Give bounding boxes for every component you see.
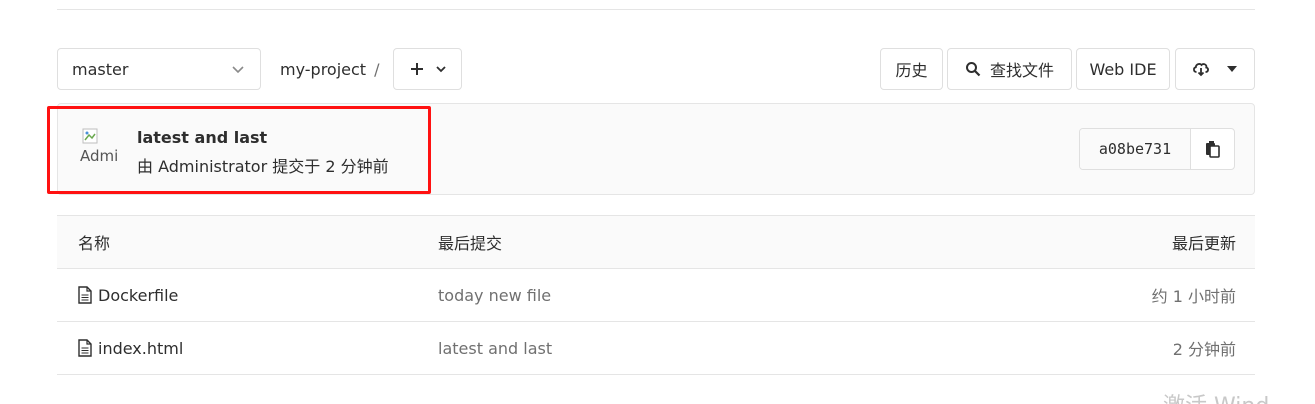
- file-table: 名称 最后提交 最后更新 Dockerfile today new file 约…: [57, 215, 1255, 375]
- table-header: 名称 最后提交 最后更新: [57, 215, 1255, 269]
- copy-icon: [1205, 141, 1220, 158]
- history-button[interactable]: 历史: [880, 48, 943, 90]
- activation-watermark: 激活 Wind: [1163, 388, 1269, 404]
- header-name: 名称: [78, 234, 111, 253]
- file-last-commit[interactable]: latest and last: [438, 339, 955, 358]
- file-icon: [78, 286, 92, 304]
- branch-name: master: [72, 59, 129, 79]
- search-icon: [965, 62, 981, 77]
- repository-page: master my-project / 历史 查找文件 Web IDE Admi…: [0, 0, 1315, 404]
- table-row[interactable]: index.html latest and last 2 分钟前: [57, 322, 1255, 375]
- header-last-commit: 最后提交: [438, 234, 503, 253]
- web-ide-button[interactable]: Web IDE: [1076, 48, 1170, 90]
- file-last-update: 2 分钟前: [1172, 340, 1236, 359]
- commit-meta: 由 Administrator 提交于 2 分钟前: [137, 157, 389, 176]
- header-last-update: 最后更新: [1171, 234, 1236, 253]
- file-name-link[interactable]: index.html: [98, 339, 183, 358]
- caret-down-icon: [1227, 66, 1237, 72]
- breadcrumb-project[interactable]: my-project: [280, 60, 366, 79]
- branch-selector[interactable]: master: [57, 48, 261, 90]
- find-file-label: 查找文件: [989, 61, 1054, 80]
- history-label: 历史: [895, 61, 928, 80]
- avatar: Admi: [80, 126, 122, 168]
- download-dropdown-button[interactable]: [1175, 48, 1255, 90]
- cloud-download-icon: [1193, 63, 1209, 77]
- breadcrumb-separator: /: [374, 59, 380, 79]
- file-last-commit[interactable]: today new file: [438, 286, 955, 305]
- commit-sha[interactable]: a08be731: [1080, 129, 1191, 169]
- chevron-down-icon: [435, 66, 446, 73]
- last-commit-panel: Admi latest and last 由 Administrator 提交于…: [57, 103, 1255, 195]
- table-row[interactable]: Dockerfile today new file 约 1 小时前: [57, 269, 1255, 322]
- chevron-down-icon: [232, 66, 244, 74]
- divider: [57, 9, 1255, 10]
- broken-image-icon: [82, 128, 98, 144]
- file-icon: [78, 339, 92, 357]
- add-dropdown-button[interactable]: [393, 48, 462, 90]
- web-ide-label: Web IDE: [1089, 59, 1157, 79]
- breadcrumb: my-project /: [280, 48, 379, 90]
- file-last-update: 约 1 小时前: [1151, 287, 1236, 306]
- commit-sha-group: a08be731: [1079, 128, 1235, 170]
- commit-title[interactable]: latest and last: [137, 128, 267, 147]
- avatar-alt-text: Admi: [80, 147, 119, 165]
- file-name-link[interactable]: Dockerfile: [98, 286, 178, 305]
- plus-icon: [410, 63, 423, 75]
- find-file-button[interactable]: 查找文件: [947, 48, 1072, 90]
- copy-sha-button[interactable]: [1191, 129, 1234, 169]
